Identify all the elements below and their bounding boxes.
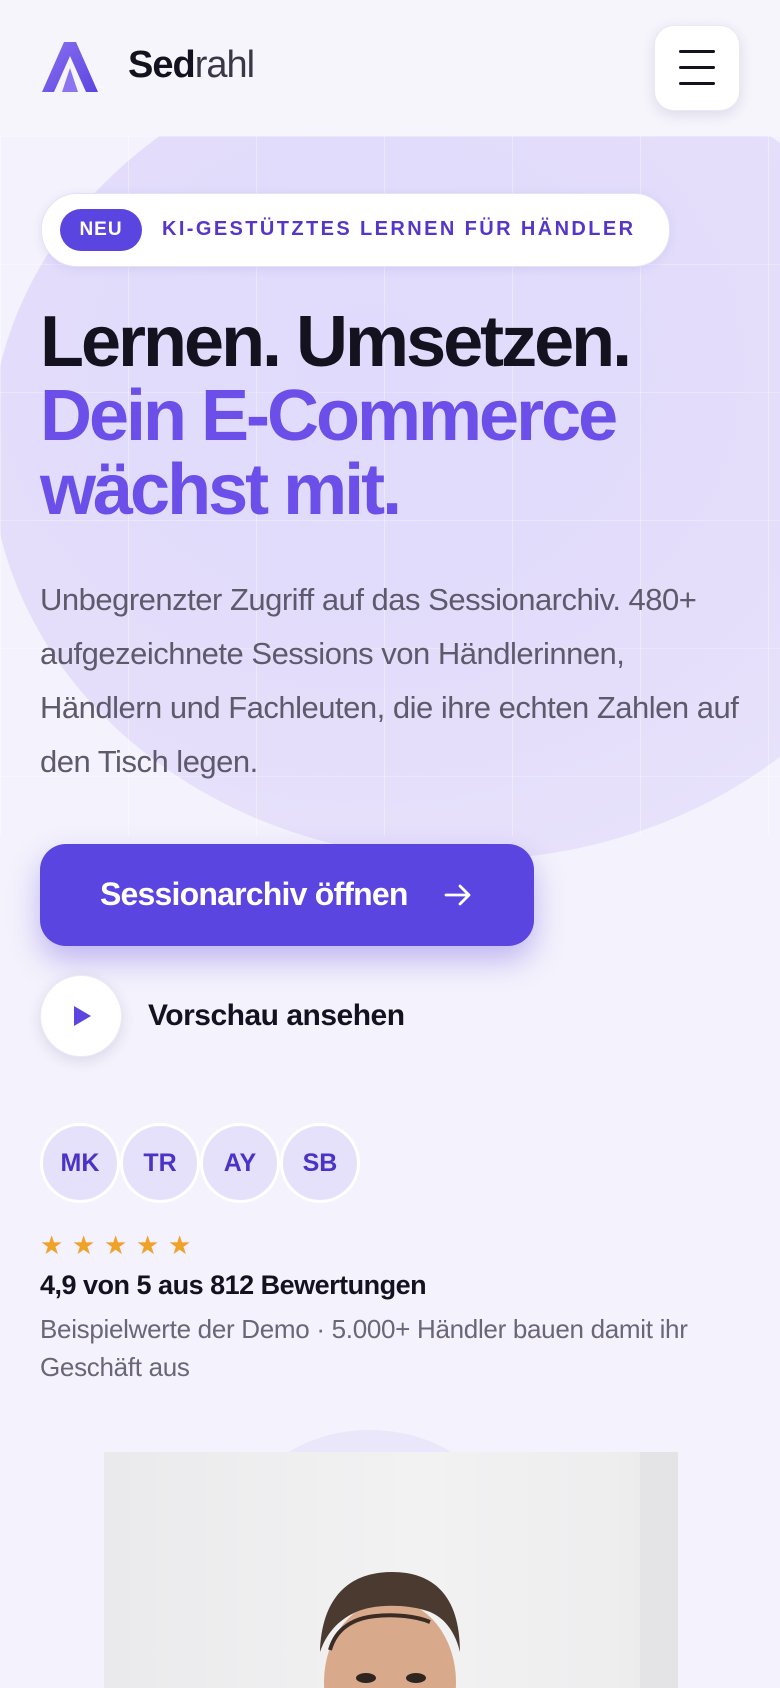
hero-headline: Lernen. Umsetzen. Dein E-Commerce wächst… [40, 305, 760, 527]
headline-line-1: Lernen. Umsetzen. [40, 302, 632, 382]
preview-label: Vorschau ansehen [148, 999, 405, 1032]
brand-name-bold: Sed [128, 44, 196, 86]
open-archive-label: Sessionarchiv öffnen [100, 876, 408, 912]
star-icon: ★ [136, 1230, 160, 1260]
brand-name-light: rahl [194, 44, 255, 86]
play-button[interactable] [40, 975, 122, 1057]
arrow-right-icon [444, 884, 471, 906]
avatar: TR [120, 1123, 200, 1203]
rating-summary: 4,9 von 5 aus 812 Bewertungen [40, 1270, 427, 1300]
hero-lead-text: Unbegrenzter Zugriff auf das Sessionarch… [40, 582, 739, 779]
preview-link[interactable]: Vorschau ansehen [40, 975, 460, 1059]
announcement-badge: NEU KI-GESTÜTZTES LERNEN FÜR HÄNDLER [41, 193, 670, 267]
speaker-photo [104, 1452, 678, 1688]
brand-name[interactable]: Sedrahl [128, 44, 255, 87]
hamburger-icon [679, 82, 715, 85]
person-portrait-icon [320, 1572, 460, 1688]
avatar: AY [200, 1123, 280, 1203]
open-archive-button[interactable]: Sessionarchiv öffnen [40, 844, 534, 946]
star-icon: ★ [104, 1230, 128, 1260]
play-icon [74, 1006, 91, 1026]
avatar: SB [280, 1123, 360, 1203]
rating-stars: ★ ★ ★ ★ ★ [40, 1232, 240, 1262]
headline-line-2: Dein E-Commerce [40, 376, 618, 456]
menu-button[interactable] [654, 25, 740, 111]
star-icon: ★ [168, 1230, 192, 1260]
new-pill: NEU [60, 209, 142, 251]
rating-note: Beispielwerte der Demo · 5.000+ Händler … [40, 1314, 688, 1382]
hamburger-icon [679, 50, 715, 53]
site-header: Sedrahl [0, 0, 780, 136]
avatar: MK [40, 1123, 120, 1203]
hero-section: NEU KI-GESTÜTZTES LERNEN FÜR HÄNDLER Ler… [0, 0, 780, 1688]
brand-logo-icon[interactable] [42, 40, 98, 94]
badge-text: KI-GESTÜTZTES LERNEN FÜR HÄNDLER [162, 218, 636, 240]
hamburger-icon [679, 66, 715, 69]
headline-line-3: wächst mit. [40, 450, 402, 530]
star-icon: ★ [40, 1230, 64, 1260]
star-icon: ★ [72, 1230, 96, 1260]
landing-page: Sedrahl NEU KI-GESTÜTZTES LERNEN FÜR HÄN… [0, 0, 780, 1688]
avatar-group: MK TR AY SB [40, 1123, 380, 1203]
